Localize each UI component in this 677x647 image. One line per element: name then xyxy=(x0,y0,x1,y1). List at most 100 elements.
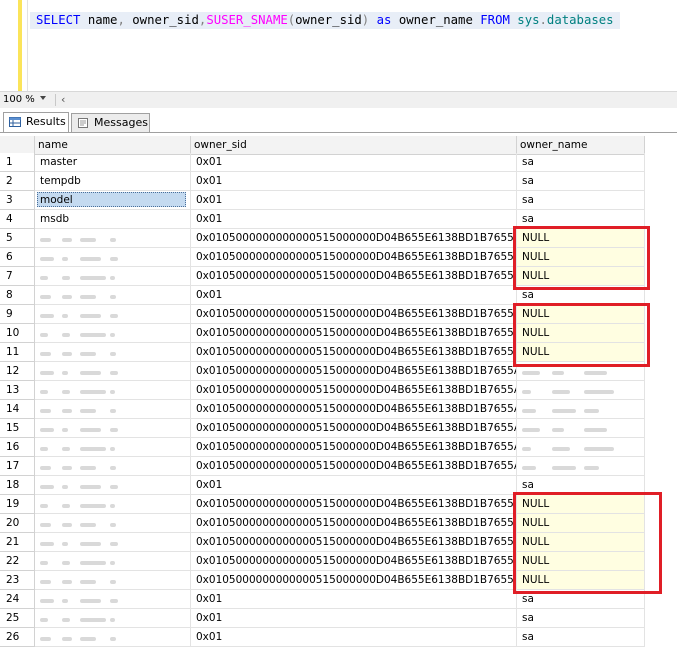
table-row[interactable]: 17 0x0105000000000000515000000D04B655E613… xyxy=(0,457,645,476)
row-number[interactable]: 6 xyxy=(0,248,35,267)
cell-owner-sid[interactable]: 0x0105000000000000515000000D04B655E6138B… xyxy=(191,305,517,324)
row-number[interactable]: 10 xyxy=(0,324,35,343)
cell-name[interactable] xyxy=(35,438,191,457)
cell-owner-sid[interactable]: 0x01 xyxy=(191,172,517,191)
tab-results[interactable]: Results xyxy=(3,112,69,132)
row-number[interactable]: 20 xyxy=(0,514,35,533)
zoom-level-dropdown[interactable]: 100 % xyxy=(3,93,35,107)
row-number[interactable]: 23 xyxy=(0,571,35,590)
row-number[interactable]: 8 xyxy=(0,286,35,305)
cell-name[interactable] xyxy=(35,362,191,381)
row-number[interactable]: 22 xyxy=(0,552,35,571)
row-number[interactable]: 7 xyxy=(0,267,35,286)
cell-name[interactable] xyxy=(35,248,191,267)
row-number[interactable]: 4 xyxy=(0,210,35,229)
cell-owner-name[interactable]: sa xyxy=(517,153,645,172)
table-row[interactable]: 13 0x0105000000000000515000000D04B655E613… xyxy=(0,381,645,400)
cell-owner-sid[interactable]: 0x0105000000000000515000000D04B655E6138B… xyxy=(191,533,517,552)
row-number[interactable]: 11 xyxy=(0,343,35,362)
cell-owner-sid[interactable]: 0x0105000000000000515000000D04B655E6138B… xyxy=(191,419,517,438)
cell-name[interactable] xyxy=(35,229,191,248)
table-row[interactable]: 16 0x0105000000000000515000000D04B655E613… xyxy=(0,438,645,457)
row-number[interactable]: 2 xyxy=(0,172,35,191)
cell-name[interactable] xyxy=(35,324,191,343)
cell-owner-name[interactable]: sa xyxy=(517,609,645,628)
query-text[interactable]: SELECT name, owner_sid,SUSER_SNAME(owner… xyxy=(30,12,620,29)
cell-owner-sid[interactable]: 0x0105000000000000515000000D04B655E6138B… xyxy=(191,381,517,400)
cell-owner-name[interactable] xyxy=(517,419,645,438)
tab-messages[interactable]: Messages xyxy=(71,113,150,132)
row-number[interactable]: 19 xyxy=(0,495,35,514)
cell-owner-sid[interactable]: 0x0105000000000000515000000D04B655E6138B… xyxy=(191,495,517,514)
cell-owner-sid[interactable]: 0x0105000000000000515000000D04B655E6138B… xyxy=(191,514,517,533)
query-editor[interactable]: SELECT name, owner_sid,SUSER_SNAME(owner… xyxy=(0,0,677,91)
table-row[interactable]: 2 tempdb 0x01 sa xyxy=(0,172,645,191)
row-number[interactable]: 1 xyxy=(0,153,35,172)
cell-owner-name[interactable]: sa xyxy=(517,628,645,647)
cell-name[interactable]: msdb xyxy=(35,210,191,229)
cell-name[interactable] xyxy=(35,514,191,533)
cell-name[interactable] xyxy=(35,267,191,286)
cell-name[interactable] xyxy=(35,495,191,514)
row-number[interactable]: 13 xyxy=(0,381,35,400)
cell-owner-sid[interactable]: 0x0105000000000000515000000D04B655E6138B… xyxy=(191,571,517,590)
row-number[interactable]: 14 xyxy=(0,400,35,419)
scroll-left-icon[interactable]: ‹ xyxy=(61,92,65,108)
cell-owner-sid[interactable]: 0x0105000000000000515000000D04B655E6138B… xyxy=(191,248,517,267)
cell-owner-sid[interactable]: 0x0105000000000000515000000D04B655E6138B… xyxy=(191,400,517,419)
cell-owner-sid[interactable]: 0x01 xyxy=(191,153,517,172)
cell-owner-sid[interactable]: 0x0105000000000000515000000D04B655E6138B… xyxy=(191,438,517,457)
row-number[interactable]: 25 xyxy=(0,609,35,628)
cell-owner-name[interactable] xyxy=(517,400,645,419)
cell-owner-sid[interactable]: 0x0105000000000000515000000D04B655E6138B… xyxy=(191,267,517,286)
row-number[interactable]: 17 xyxy=(0,457,35,476)
cell-name[interactable] xyxy=(35,476,191,495)
cell-name[interactable] xyxy=(35,343,191,362)
cell-owner-name[interactable] xyxy=(517,438,645,457)
cell-owner-sid[interactable]: 0x0105000000000000515000000D04B655E6138B… xyxy=(191,343,517,362)
row-number[interactable]: 3 xyxy=(0,191,35,210)
cell-name[interactable] xyxy=(35,305,191,324)
row-number[interactable]: 5 xyxy=(0,229,35,248)
cell-name[interactable] xyxy=(35,419,191,438)
cell-name[interactable]: master xyxy=(35,153,191,172)
cell-name[interactable] xyxy=(35,628,191,647)
cell-owner-sid[interactable]: 0x01 xyxy=(191,191,517,210)
cell-owner-sid[interactable]: 0x0105000000000000515000000D04B655E6138B… xyxy=(191,362,517,381)
cell-owner-sid[interactable]: 0x01 xyxy=(191,590,517,609)
cell-owner-sid[interactable]: 0x01 xyxy=(191,476,517,495)
cell-name[interactable] xyxy=(35,552,191,571)
table-row[interactable]: 15 0x0105000000000000515000000D04B655E613… xyxy=(0,419,645,438)
cell-owner-sid[interactable]: 0x01 xyxy=(191,609,517,628)
cell-name[interactable]: tempdb xyxy=(35,172,191,191)
row-number[interactable]: 21 xyxy=(0,533,35,552)
cell-owner-sid[interactable]: 0x0105000000000000515000000D04B655E6138B… xyxy=(191,552,517,571)
row-number[interactable]: 18 xyxy=(0,476,35,495)
cell-owner-sid[interactable]: 0x0105000000000000515000000D04B655E6138B… xyxy=(191,457,517,476)
cell-name[interactable] xyxy=(35,571,191,590)
cell-owner-name[interactable] xyxy=(517,381,645,400)
row-number[interactable]: 26 xyxy=(0,628,35,647)
table-row[interactable]: 3 model 0x01 sa xyxy=(0,191,645,210)
cell-name[interactable]: model xyxy=(35,191,191,210)
cell-name[interactable] xyxy=(35,457,191,476)
table-row[interactable]: 25 0x01 sa xyxy=(0,609,645,628)
cell-name[interactable] xyxy=(35,381,191,400)
table-row[interactable]: 26 0x01 sa xyxy=(0,628,645,647)
cell-name[interactable] xyxy=(35,400,191,419)
cell-name[interactable] xyxy=(35,609,191,628)
row-number[interactable]: 24 xyxy=(0,590,35,609)
cell-owner-sid[interactable]: 0x0105000000000000515000000D04B655E6138B… xyxy=(191,229,517,248)
chevron-down-icon[interactable] xyxy=(40,96,46,100)
table-row[interactable]: 14 0x0105000000000000515000000D04B655E613… xyxy=(0,400,645,419)
cell-owner-name[interactable] xyxy=(517,457,645,476)
cell-owner-sid[interactable]: 0x01 xyxy=(191,628,517,647)
cell-name[interactable] xyxy=(35,533,191,552)
row-number[interactable]: 9 xyxy=(0,305,35,324)
cell-owner-name[interactable]: sa xyxy=(517,191,645,210)
cell-owner-sid[interactable]: 0x01 xyxy=(191,210,517,229)
cell-name[interactable] xyxy=(35,590,191,609)
cell-owner-sid[interactable]: 0x01 xyxy=(191,286,517,305)
row-number[interactable]: 15 xyxy=(0,419,35,438)
cell-name[interactable] xyxy=(35,286,191,305)
